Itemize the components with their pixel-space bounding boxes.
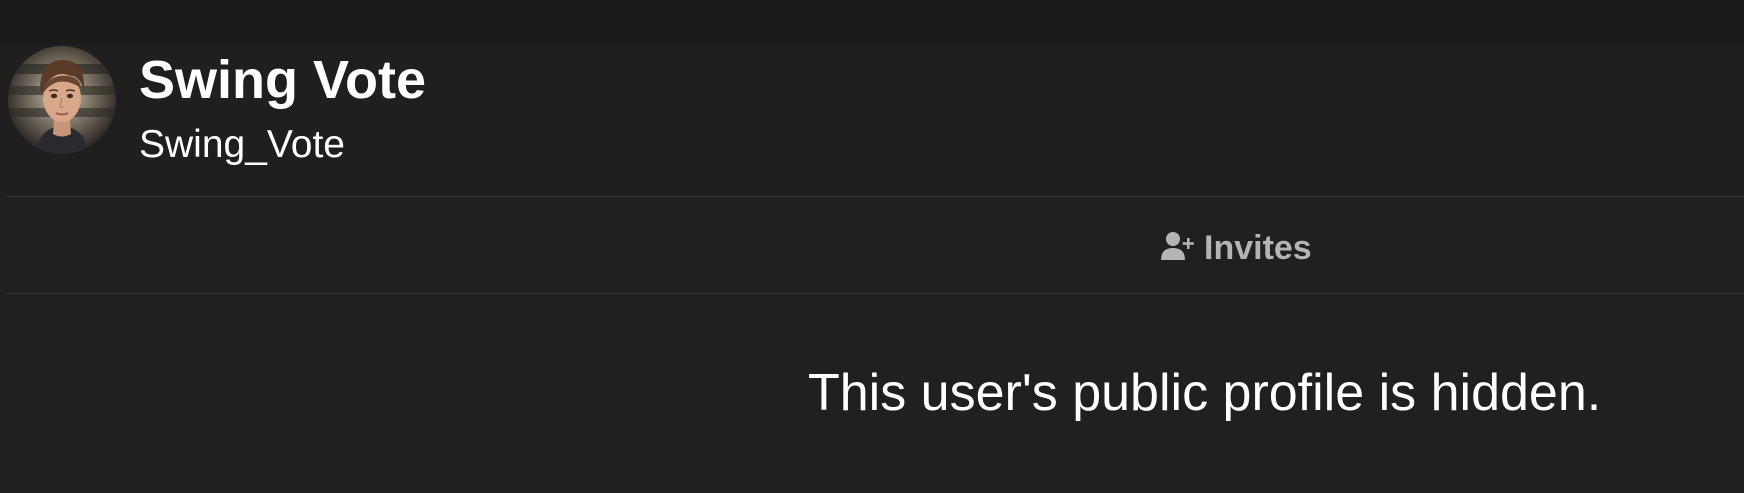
tab-bar: [7, 197, 1744, 293]
tab-divider: [7, 293, 1744, 294]
username: Swing_Vote: [139, 123, 345, 166]
tab-invites[interactable]: Invites: [1160, 224, 1312, 272]
top-bar: [0, 0, 1744, 44]
user-plus-icon: [1160, 230, 1196, 267]
hidden-profile-message: This user's public profile is hidden.: [808, 364, 1602, 422]
display-name: Swing Vote: [139, 50, 427, 110]
avatar-image: [8, 46, 116, 154]
avatar[interactable]: [8, 46, 116, 154]
tab-invites-label: Invites: [1204, 228, 1312, 267]
